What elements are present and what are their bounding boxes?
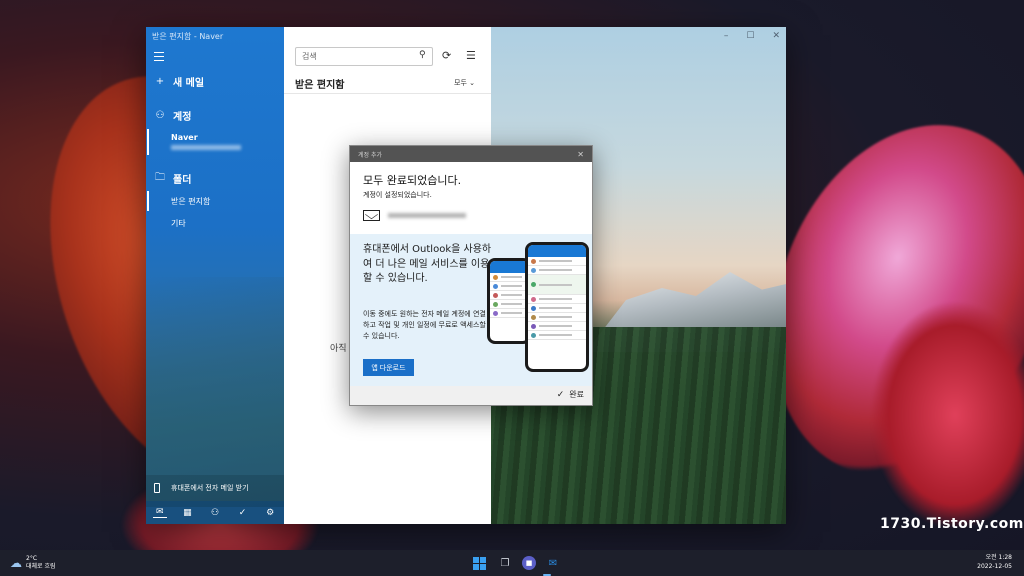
add-account-dialog: 계정 추가 ✕ 모두 완료되었습니다. 계정이 설정되었습니다. 휴대폰에서 O… [349,145,593,406]
sync-icon[interactable]: ⟳ [442,49,451,62]
people-icon[interactable]: ⚇ [208,508,222,518]
folders-label: 폴더 [173,175,192,186]
clock[interactable]: 오전 1:28 2022-12-05 [977,554,1012,571]
sidebar: 받은 편지함 - Naver + 새 메일 ⚇ 계정 Naver 🗀 폴더 받은… [146,27,284,524]
folder-item-inbox[interactable]: 받은 편지함 [171,196,210,207]
taskbar-apps: ❐ ■ ✉ [470,554,562,572]
dialog-title: 계정 추가 [358,151,382,159]
temperature: 2°C [26,555,38,562]
dialog-close-icon[interactable]: ✕ [577,150,584,159]
sidebar-background [146,277,284,507]
envelope-icon [363,210,380,221]
get-mail-on-phone-button[interactable]: 휴대폰에서 전자 메일 받기 [146,475,284,501]
clock-time: 오전 1:28 [985,554,1012,561]
phone-image-front [525,242,589,372]
minimize-icon[interactable]: – [724,31,729,41]
account-email-row [363,210,466,221]
chevron-down-icon: ⌄ [469,79,475,87]
account-name[interactable]: Naver [171,133,198,142]
done-label: 완료 [569,390,584,399]
promo-heading: 휴대폰에서 Outlook을 사용하여 더 나은 메일 서비스를 이용할 수 있… [363,244,492,284]
search-icon[interactable]: ⚲ [419,50,486,60]
teams-chat-icon[interactable]: ■ [522,556,536,570]
dialog-footer: ✓ 완료 [350,386,592,405]
folders-button[interactable]: 🗀 폴더 [154,170,191,187]
new-mail-button[interactable]: + 새 메일 [154,74,204,89]
plus-icon: + [155,76,165,87]
account-email-blurred [171,145,241,150]
account-selected-indicator [147,129,149,155]
checkmark-icon: ✓ [556,389,565,400]
settings-gear-icon[interactable]: ⚙ [263,508,277,518]
folder-item-other[interactable]: 기타 [171,218,186,229]
window-controls: – ☐ ✕ [724,31,780,41]
calendar-icon[interactable]: ▦ [180,508,194,518]
filter-label: 모두 [454,79,467,87]
person-icon: ⚇ [155,110,165,121]
outlook-promo: 휴대폰에서 Outlook을 사용하여 더 나은 메일 서비스를 이용할 수 있… [350,234,592,386]
weather-description: 대체로 흐림 [26,562,56,570]
account-email-blurred [388,213,466,218]
phone-label: 휴대폰에서 전자 메일 받기 [171,484,249,492]
download-app-button[interactable]: 앱 다운로드 [363,359,414,376]
clock-date: 2022-12-05 [977,562,1012,570]
accounts-label: 계정 [173,112,192,123]
window-title: 받은 편지함 - Naver [152,32,224,41]
close-icon[interactable]: ✕ [772,31,780,41]
folder-selected-indicator [147,191,149,211]
todo-icon[interactable]: ✓ [236,508,250,518]
mail-app-icon[interactable]: ✉ [544,554,562,572]
empty-list-message: 아직 [330,344,347,354]
new-mail-label: 새 메일 [173,78,205,89]
windows-logo-icon [472,556,486,570]
mail-icon[interactable]: ✉ [152,507,167,518]
cloudy-weather-icon: ☁ [10,555,22,570]
sidebar-bottom-nav: ✉ ▦ ⚇ ✓ ⚙ [146,501,284,524]
dialog-heading: 모두 완료되었습니다. [363,174,462,187]
accounts-button[interactable]: ⚇ 계정 [154,108,192,123]
taskbar: ☁ 2°C 대체로 흐림 ❐ ■ ✉ 오전 1:28 2022-12-05 [0,550,1024,576]
maximize-icon[interactable]: ☐ [746,31,754,41]
dialog-subheading: 계정이 설정되었습니다. [363,191,432,199]
folder-icon: 🗀 [155,172,165,183]
search-input[interactable]: 검색 [295,47,433,66]
divider [284,93,491,94]
hamburger-menu-icon[interactable] [154,52,164,64]
weather-widget[interactable]: ☁ 2°C 대체로 흐림 [10,555,56,570]
start-button[interactable] [470,554,488,572]
select-mode-icon[interactable]: ☰ [466,49,476,62]
phone-icon [154,483,160,493]
folder-title: 받은 편지함 [295,80,345,91]
watermark: 1730.Tistory.com [880,516,1024,532]
task-view-icon[interactable]: ❐ [496,554,514,572]
promo-body: 이동 중에도 원하는 전자 메일 계정에 연결하고 작업 및 개인 일정에 무료… [363,310,486,340]
wallpaper-ribbon-right-lower [870,300,1024,530]
filter-dropdown[interactable]: 모두 ⌄ [454,78,475,88]
done-button[interactable]: ✓ 완료 [557,389,584,400]
dialog-titlebar: 계정 추가 ✕ [350,146,592,162]
